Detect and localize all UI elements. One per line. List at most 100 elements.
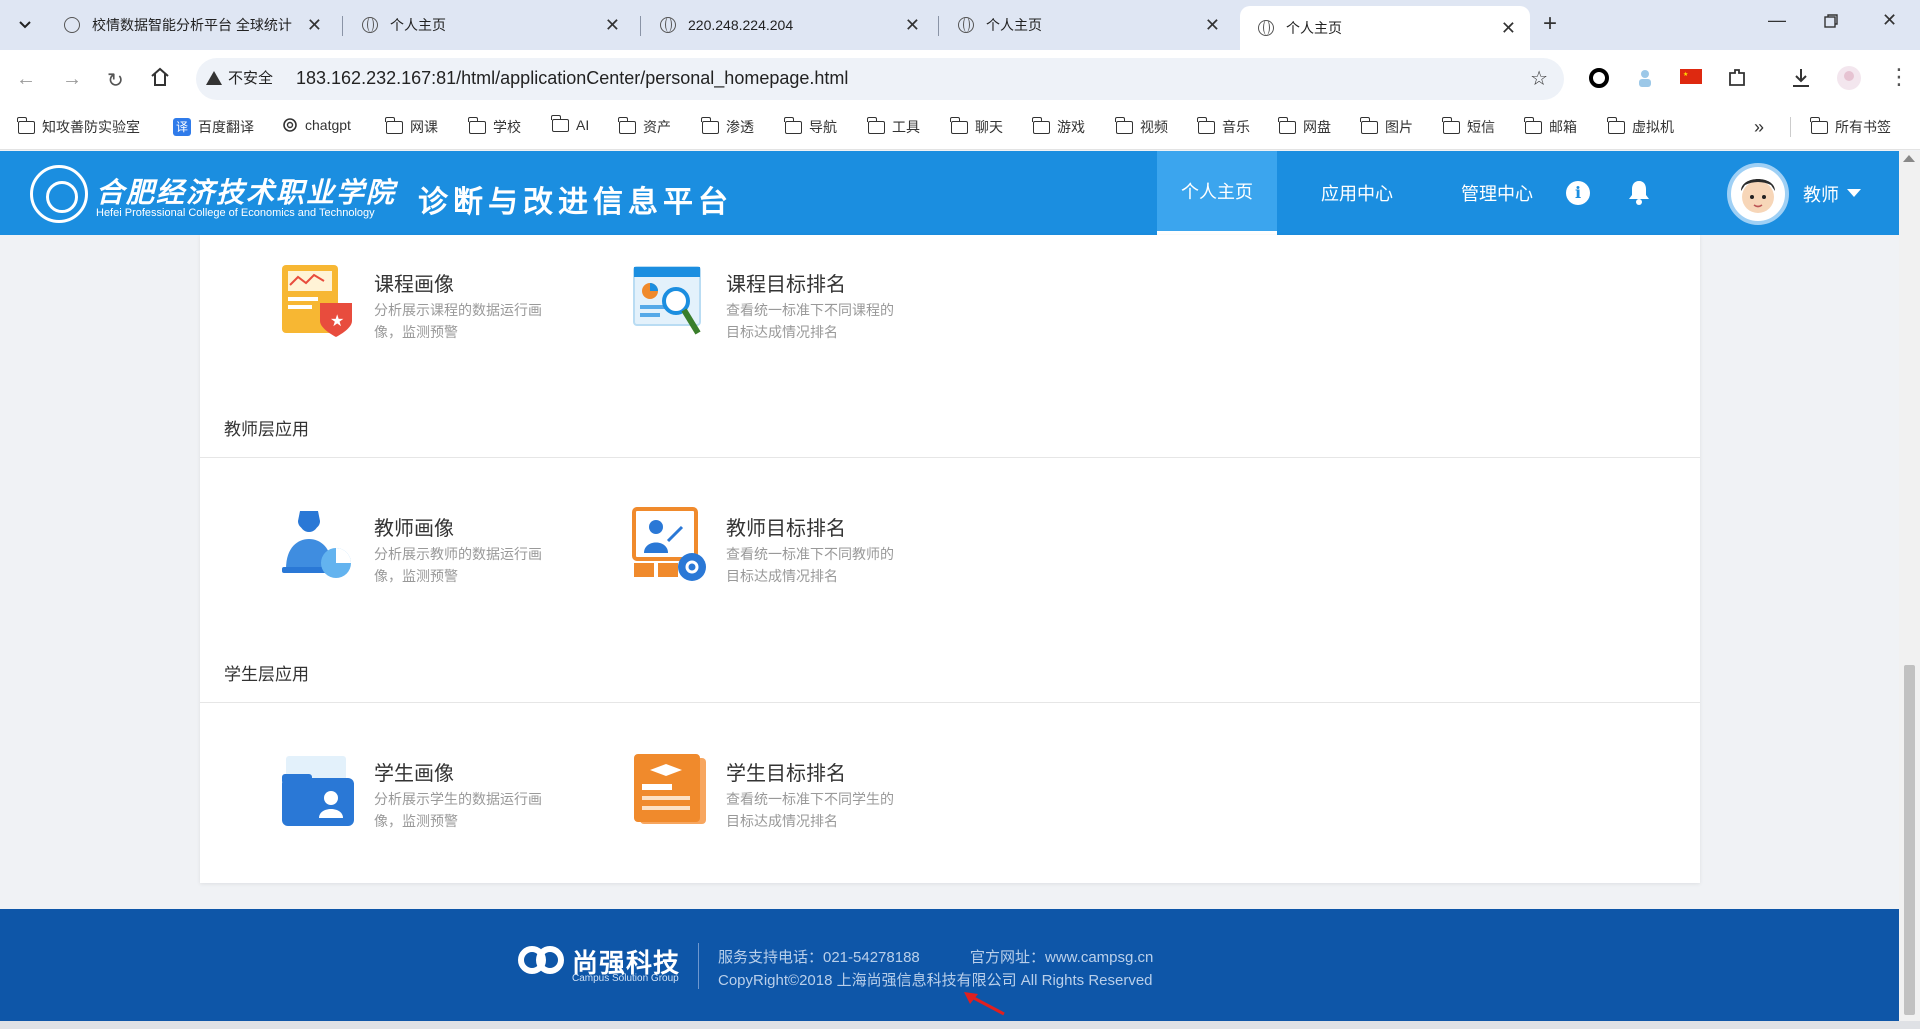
nav-admin-center[interactable]: 管理中心 [1437,151,1557,235]
bookmark-item[interactable]: 图片 [1360,116,1413,137]
close-icon[interactable]: ✕ [905,15,920,36]
svg-text:★: ★ [1683,71,1688,78]
restore-icon [1824,14,1838,28]
warning-icon [206,70,222,85]
home-button[interactable] [150,67,170,93]
section-divider [200,702,1700,703]
browser-tab[interactable]: 个人主页 ✕ [940,6,1234,44]
bookmark-item[interactable]: AI [551,114,590,133]
bookmark-label: AI [576,117,590,133]
scrollbar-thumb[interactable] [1904,665,1915,1015]
bookmarks-bar: 知攻善防实验室 译百度翻译 chatgpt 网课 学校 AI 资产 渗透 导航 … [0,108,1920,150]
red-arrow-annotation-icon [964,992,1005,1016]
nav-label: 管理中心 [1461,184,1533,204]
bookmark-item[interactable]: 学校 [468,116,521,137]
user-name[interactable]: 教师 [1803,181,1839,207]
bookmark-item[interactable]: 视频 [1115,116,1168,137]
close-icon[interactable]: ✕ [1205,15,1220,36]
bookmark-item[interactable]: 知攻善防实验室 [17,116,140,137]
bookmark-item[interactable]: 导航 [784,116,837,137]
url-text[interactable]: 183.162.232.167:81/html/applicationCente… [296,68,848,89]
scroll-up-arrow-icon[interactable] [1903,155,1915,162]
browser-tab-bar: 校情数据智能分析平台 全球统计 ✕ 个人主页 ✕ 220.248.224.204… [0,0,1920,50]
browser-tab-active[interactable]: 个人主页 ✕ [1240,6,1530,50]
security-chip[interactable]: 不安全 [206,67,273,88]
browser-tab[interactable]: 校情数据智能分析平台 全球统计 ✕ [46,6,336,44]
folder-icon [1360,116,1378,134]
copyright-text: CopyRight©2018 上海尚强信息科技有限公司 All Rights R… [718,972,1153,989]
bookmark-item[interactable]: 资产 [618,116,671,137]
bookmark-item[interactable]: 网盘 [1278,116,1331,137]
new-tab-button[interactable]: + [1543,11,1557,37]
app-card-student-portrait[interactable]: 学生画像 分析展示学生的数据运行画像，监测预警 [280,752,610,832]
platform-title: 诊断与改进信息平台 [418,186,733,219]
forward-button[interactable]: → [62,68,82,91]
bookmark-item[interactable]: chatgpt [282,117,351,133]
extension-person-icon[interactable] [1634,67,1656,89]
folder-icon [551,114,569,132]
bookmarks-overflow-button[interactable]: » [1754,117,1764,138]
app-card-student-ranking[interactable]: 学生目标排名 查看统一标准下不同学生的目标达成情况排名 [632,752,962,832]
bookmark-star-icon[interactable]: ☆ [1530,66,1548,91]
bell-icon[interactable] [1628,179,1650,205]
download-icon[interactable] [1790,67,1812,89]
tab-separator [342,16,343,36]
avatar[interactable] [1727,163,1789,225]
info-icon[interactable]: i [1566,181,1590,205]
omnibox[interactable]: 不安全 183.162.232.167:81/html/applicationC… [196,58,1564,100]
user-dropdown-caret-icon[interactable] [1847,189,1861,197]
bookmark-label: 网盘 [1303,119,1331,135]
teacher-ranking-icon [632,507,706,581]
close-icon[interactable]: ✕ [1501,18,1516,39]
profile-avatar-icon[interactable] [1836,65,1862,91]
browser-menu-button[interactable]: ⋮ [1888,64,1910,90]
window-bottom-edge [0,1021,1920,1029]
window-close-button[interactable]: ✕ [1882,10,1897,31]
home-icon [151,67,169,86]
tab-search-button[interactable] [10,11,40,39]
tab-title: 个人主页 [1286,20,1342,36]
bookmark-item[interactable]: 短信 [1442,116,1495,137]
tab-title: 校情数据智能分析平台 全球统计 [92,17,292,33]
app-card-course-ranking[interactable]: 课程目标排名 查看统一标准下不同课程的目标达成情况排名 [632,263,962,343]
back-button[interactable]: ← [16,68,36,91]
bookmark-item[interactable]: 邮箱 [1524,116,1577,137]
all-bookmarks-button[interactable]: 所有书签 [1790,116,1891,137]
bookmark-item[interactable]: 音乐 [1197,116,1250,137]
bookmark-item[interactable]: 游戏 [1032,116,1085,137]
browser-tab[interactable]: 220.248.224.204 ✕ [642,6,934,44]
official-website[interactable]: 官方网址：www.campsg.cn [970,946,1153,967]
company-logo-icon [518,946,564,974]
bookmark-label: 学校 [493,119,521,135]
bookmark-label: 短信 [1467,119,1495,135]
app-card-teacher-portrait[interactable]: 教师画像 分析展示教师的数据运行画像，监测预警 [280,507,610,587]
address-bar-row: ← → ↻ 不安全 183.162.232.167:81/html/applic… [0,50,1920,108]
china-flag-icon[interactable]: ★ [1680,69,1702,91]
nav-app-center[interactable]: 应用中心 [1297,151,1417,235]
student-ranking-icon [634,754,706,824]
app-name: 教师画像 [374,518,454,540]
bookmark-label: 音乐 [1222,119,1250,135]
bookmark-item[interactable]: 聊天 [950,116,1003,137]
browser-tab[interactable]: 个人主页 ✕ [344,6,634,44]
minimize-button[interactable]: — [1768,10,1786,31]
reload-button[interactable]: ↻ [107,68,124,93]
bookmark-item[interactable]: 译百度翻译 [173,117,254,137]
close-icon[interactable]: ✕ [307,15,322,36]
nav-personal-home[interactable]: 个人主页 [1157,151,1277,235]
restore-button[interactable] [1824,12,1838,33]
extensions-puzzle-icon[interactable] [1726,67,1748,89]
app-card-course-portrait[interactable]: ★ 课程画像 分析展示课程的数据运行画像，监测预警 [280,263,610,343]
app-name: 教师目标排名 [726,518,846,540]
bookmark-item[interactable]: 虚拟机 [1607,116,1674,137]
folder-icon [1524,116,1542,134]
bookmark-item[interactable]: 渗透 [701,116,754,137]
course-ranking-icon [633,266,701,335]
close-icon[interactable]: ✕ [605,15,620,36]
extension-ring-icon[interactable] [1588,67,1610,89]
teacher-portrait-icon [282,511,351,578]
bookmark-label: 游戏 [1057,119,1085,135]
bookmark-item[interactable]: 网课 [385,116,438,137]
bookmark-item[interactable]: 工具 [867,116,920,137]
app-card-teacher-ranking[interactable]: 教师目标排名 查看统一标准下不同教师的目标达成情况排名 [632,507,962,587]
